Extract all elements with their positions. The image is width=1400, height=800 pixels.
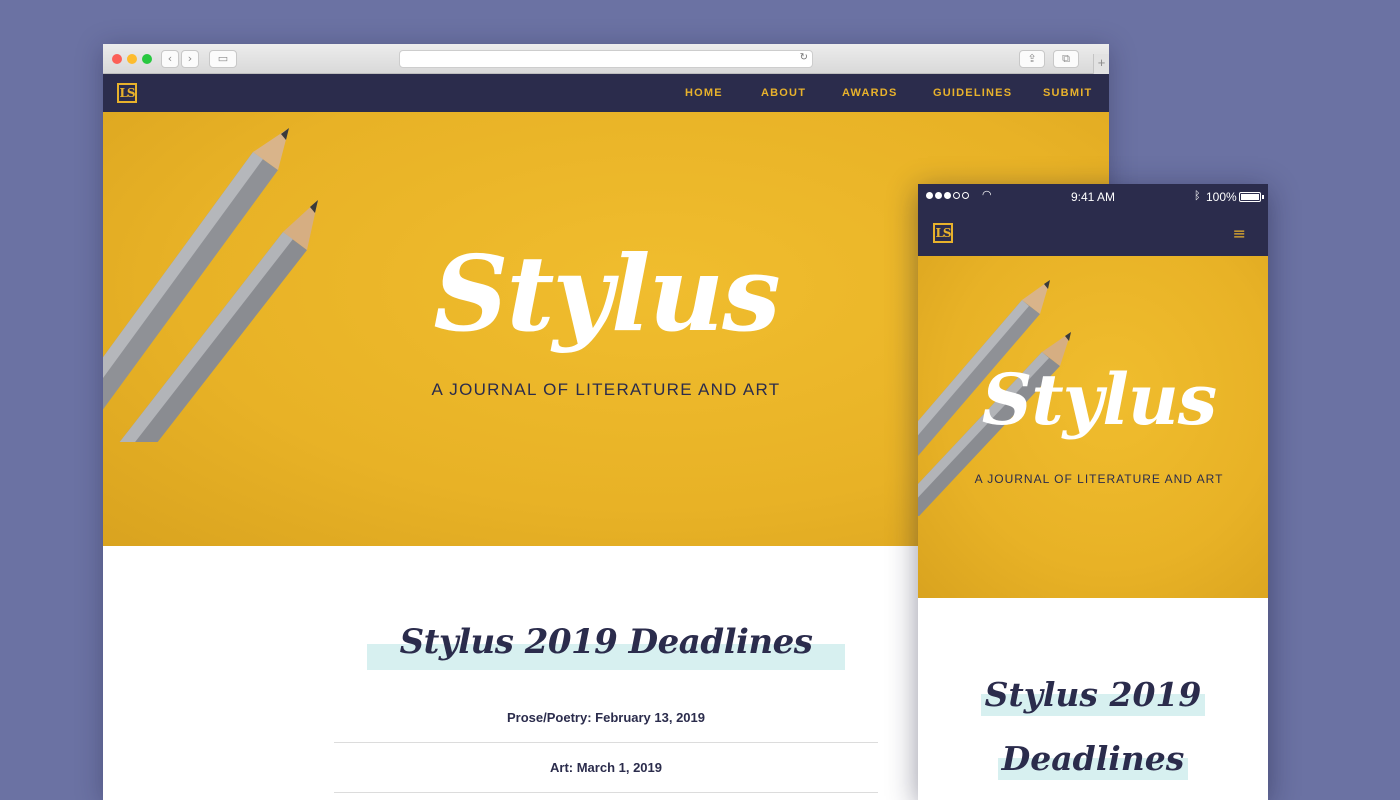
- forward-icon[interactable]: ›: [181, 50, 199, 68]
- address-bar[interactable]: ↻: [399, 50, 813, 68]
- browser-toolbar: ‹ › ▭ ↻ ⇪ ⧉ +: [103, 44, 1109, 74]
- deadlines-heading-text: Stylus 2019 Deadlines: [399, 622, 813, 662]
- deadlines-heading-text: Stylus 2019: [984, 675, 1202, 714]
- reload-icon[interactable]: ↻: [800, 52, 808, 63]
- mobile-deadlines-section: Stylus 2019 Deadlines: [918, 598, 1268, 800]
- minimize-window-button[interactable]: [127, 54, 137, 64]
- status-bar: ◠ 9:41 AM ᛒ 100%: [918, 184, 1268, 210]
- bluetooth-icon: ᛒ: [1194, 189, 1201, 202]
- mobile-hero-banner: Stylus A JOURNAL OF LITERATURE AND ART: [918, 256, 1268, 598]
- site-logo[interactable]: LS: [933, 223, 953, 243]
- new-tab-icon[interactable]: +: [1093, 54, 1109, 74]
- deadlines-heading-text: Deadlines: [1001, 739, 1185, 778]
- deadline-row: Art: March 1, 2019: [550, 760, 662, 775]
- zoom-window-button[interactable]: [142, 54, 152, 64]
- battery-tip: [1262, 195, 1264, 199]
- battery-percentage: 100%: [1206, 190, 1237, 204]
- nav-link-awards[interactable]: AWARDS: [842, 87, 897, 99]
- site-logo[interactable]: LS: [117, 83, 137, 103]
- mobile-phone-mockup: ◠ 9:41 AM ᛒ 100% LS ≡ Stylus A JOURNAL O…: [918, 184, 1268, 800]
- share-icon[interactable]: ⇪: [1019, 50, 1045, 68]
- tabs-overview-icon[interactable]: ⧉: [1053, 50, 1079, 68]
- nav-link-about[interactable]: ABOUT: [761, 87, 806, 99]
- nav-link-home[interactable]: HOME: [685, 87, 723, 99]
- divider: [334, 792, 878, 793]
- hero-subtitle: A JOURNAL OF LITERATURE AND ART: [974, 472, 1224, 486]
- nav-link-guidelines[interactable]: GUIDELINES: [933, 87, 1012, 99]
- deadlines-heading-line: Stylus 2019: [918, 672, 1268, 718]
- hero-title: Stylus: [981, 358, 1217, 441]
- battery-icon: [1239, 192, 1261, 202]
- divider: [334, 742, 878, 743]
- deadlines-heading: Stylus 2019 Deadlines: [367, 618, 845, 670]
- deadlines-heading-line: Deadlines: [918, 736, 1268, 782]
- close-window-button[interactable]: [112, 54, 122, 64]
- hamburger-menu-icon[interactable]: ≡: [1233, 224, 1246, 243]
- deadline-row: Prose/Poetry: February 13, 2019: [507, 710, 705, 725]
- mobile-navbar: LS ≡: [918, 210, 1268, 256]
- back-icon[interactable]: ‹: [161, 50, 179, 68]
- sidebar-icon[interactable]: ▭: [209, 50, 237, 68]
- nav-link-submit[interactable]: SUBMIT: [1043, 87, 1092, 99]
- site-navbar: LS HOME ABOUT AWARDS GUIDELINES SUBMIT: [103, 74, 1109, 112]
